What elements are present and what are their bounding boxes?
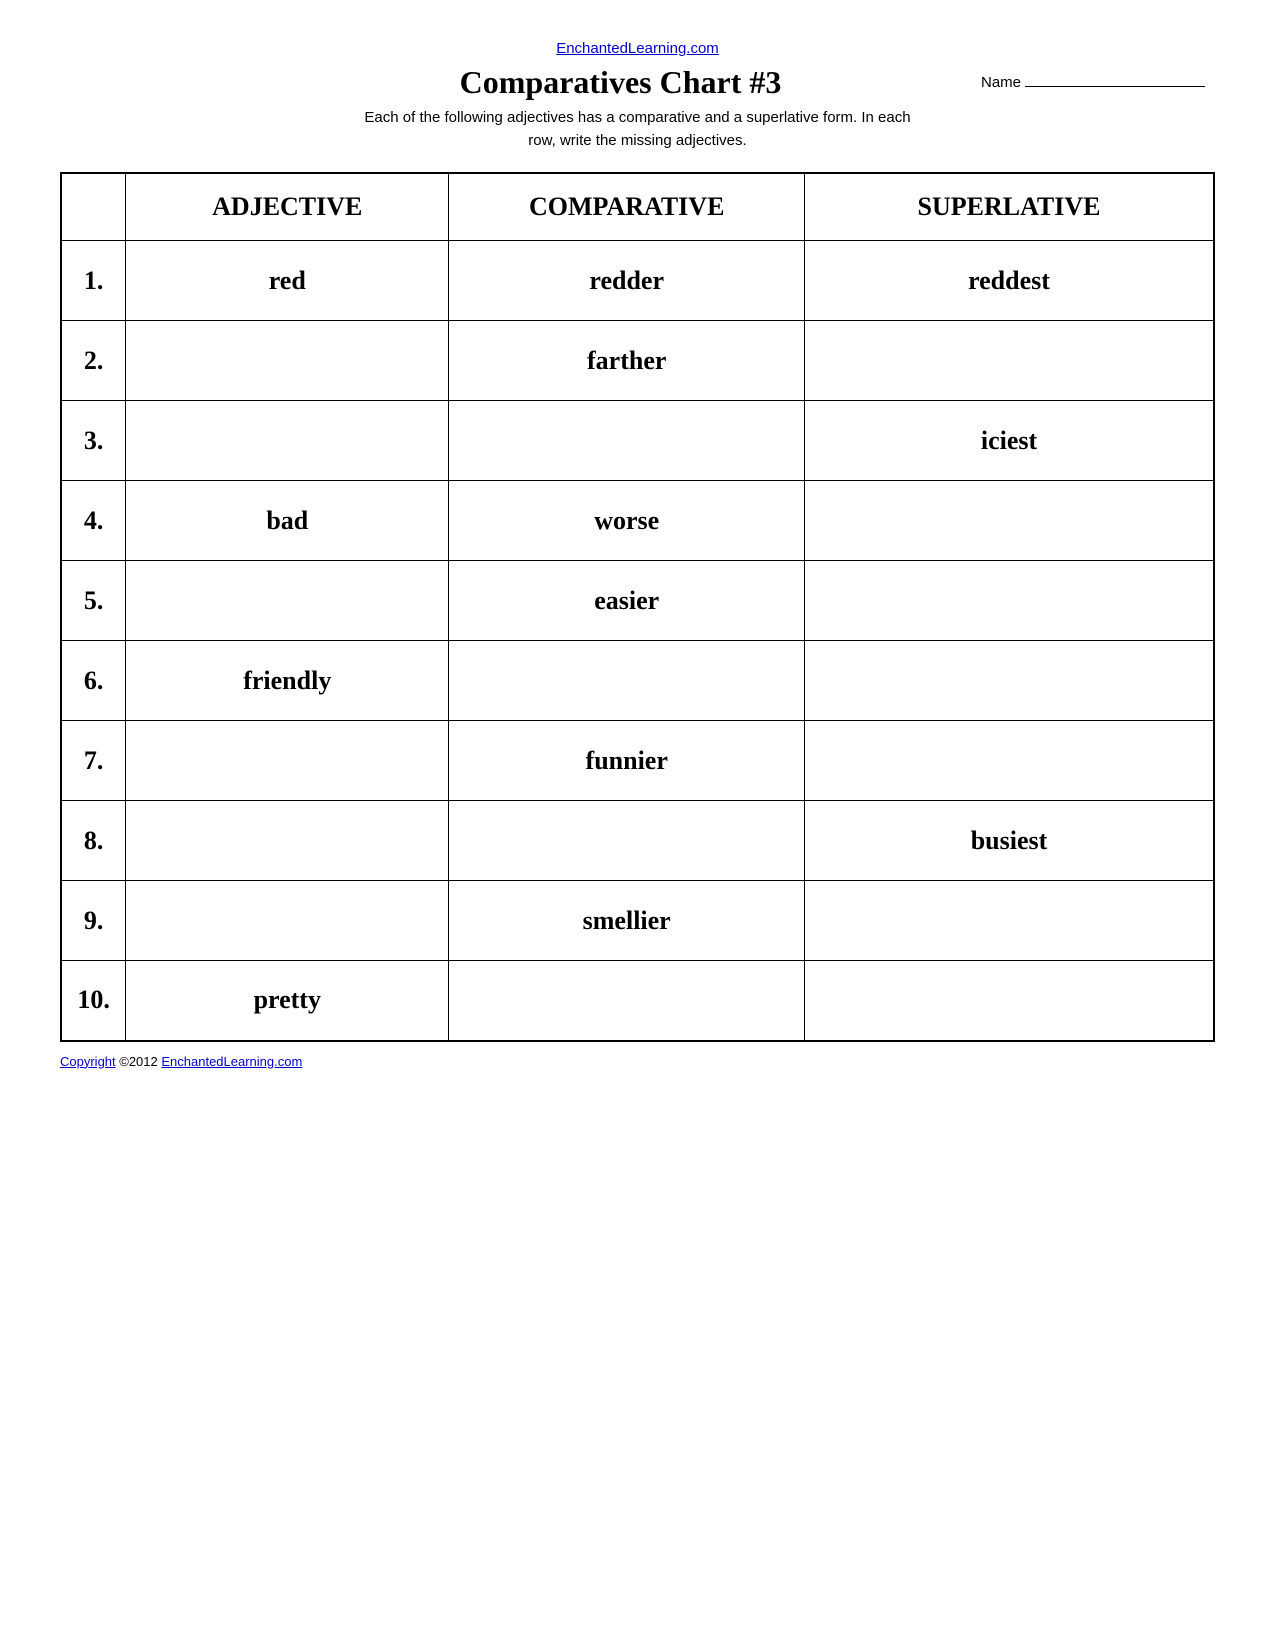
page-container: EnchantedLearning.com Comparatives Chart… bbox=[60, 40, 1215, 1069]
cell-num: 4. bbox=[61, 481, 126, 561]
cell-adjective bbox=[126, 401, 449, 481]
cell-superlative bbox=[805, 961, 1215, 1041]
table-row: 5. easier bbox=[61, 561, 1214, 641]
cell-num: 9. bbox=[61, 881, 126, 961]
title-row: Comparatives Chart #3 Name bbox=[60, 64, 1215, 101]
site-link[interactable]: EnchantedLearning.com bbox=[60, 40, 1215, 58]
cell-superlative bbox=[805, 561, 1215, 641]
title-block: Comparatives Chart #3 bbox=[260, 64, 981, 101]
cell-num: 3. bbox=[61, 401, 126, 481]
cell-superlative bbox=[805, 641, 1215, 721]
cell-adjective bbox=[126, 561, 449, 641]
header-comparative: COMPARATIVE bbox=[449, 173, 805, 241]
table-row: 1.redredderreddest bbox=[61, 241, 1214, 321]
table-row: 9. smellier bbox=[61, 881, 1214, 961]
table-row: 4.badworse bbox=[61, 481, 1214, 561]
cell-comparative: redder bbox=[449, 241, 805, 321]
cell-superlative: reddest bbox=[805, 241, 1215, 321]
table-row: 6.friendly bbox=[61, 641, 1214, 721]
table-header-row: ADJECTIVE COMPARATIVE SUPERLATIVE bbox=[61, 173, 1214, 241]
table-row: 7. funnier bbox=[61, 721, 1214, 801]
cell-comparative bbox=[449, 401, 805, 481]
cell-adjective: red bbox=[126, 241, 449, 321]
subtitle-line1: Each of the following adjectives has a c… bbox=[364, 109, 910, 126]
cell-superlative bbox=[805, 881, 1215, 961]
cell-comparative: worse bbox=[449, 481, 805, 561]
main-title: Comparatives Chart #3 bbox=[260, 64, 981, 101]
cell-comparative: smellier bbox=[449, 881, 805, 961]
cell-comparative bbox=[449, 641, 805, 721]
name-label: Name bbox=[981, 74, 1021, 91]
cell-num: 6. bbox=[61, 641, 126, 721]
header-num bbox=[61, 173, 126, 241]
site-url[interactable]: EnchantedLearning.com bbox=[556, 40, 719, 57]
cell-adjective: pretty bbox=[126, 961, 449, 1041]
cell-adjective bbox=[126, 801, 449, 881]
cell-adjective: friendly bbox=[126, 641, 449, 721]
cell-comparative: funnier bbox=[449, 721, 805, 801]
cell-comparative: farther bbox=[449, 321, 805, 401]
cell-adjective: bad bbox=[126, 481, 449, 561]
subtitle: Each of the following adjectives has a c… bbox=[60, 107, 1215, 152]
table-row: 8. busiest bbox=[61, 801, 1214, 881]
cell-comparative bbox=[449, 961, 805, 1041]
cell-num: 1. bbox=[61, 241, 126, 321]
cell-superlative bbox=[805, 721, 1215, 801]
name-field: Name bbox=[981, 64, 1215, 91]
footer-site-link[interactable]: EnchantedLearning.com bbox=[161, 1054, 302, 1069]
cell-adjective bbox=[126, 321, 449, 401]
cell-num: 10. bbox=[61, 961, 126, 1041]
cell-num: 8. bbox=[61, 801, 126, 881]
copyright-year: ©2012 bbox=[116, 1054, 162, 1069]
subtitle-line2: row, write the missing adjectives. bbox=[528, 132, 746, 149]
cell-num: 2. bbox=[61, 321, 126, 401]
chart-table: ADJECTIVE COMPARATIVE SUPERLATIVE 1.redr… bbox=[60, 172, 1215, 1042]
table-row: 2. farther bbox=[61, 321, 1214, 401]
name-line bbox=[1025, 86, 1205, 87]
header-adjective: ADJECTIVE bbox=[126, 173, 449, 241]
cell-comparative bbox=[449, 801, 805, 881]
copyright-row: Copyright ©2012 EnchantedLearning.com bbox=[60, 1054, 1215, 1069]
cell-adjective bbox=[126, 721, 449, 801]
cell-adjective bbox=[126, 881, 449, 961]
cell-superlative: busiest bbox=[805, 801, 1215, 881]
table-row: 10.pretty bbox=[61, 961, 1214, 1041]
cell-num: 7. bbox=[61, 721, 126, 801]
table-row: 3. iciest bbox=[61, 401, 1214, 481]
header-superlative: SUPERLATIVE bbox=[805, 173, 1215, 241]
cell-num: 5. bbox=[61, 561, 126, 641]
cell-superlative bbox=[805, 321, 1215, 401]
cell-superlative bbox=[805, 481, 1215, 561]
cell-comparative: easier bbox=[449, 561, 805, 641]
copyright-link[interactable]: Copyright bbox=[60, 1054, 116, 1069]
cell-superlative: iciest bbox=[805, 401, 1215, 481]
